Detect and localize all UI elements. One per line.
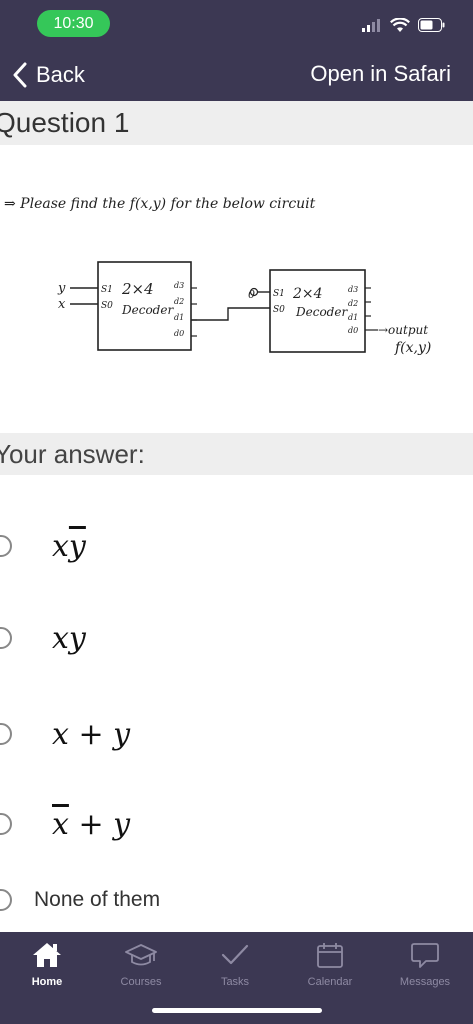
radio-button[interactable] [0, 535, 12, 557]
decoder2-name: 2×4 [292, 286, 323, 302]
decoder2-d0: d0 [348, 326, 358, 335]
option-4-operator: + [78, 806, 104, 842]
option-1-var2: y [68, 528, 86, 564]
option-5[interactable]: None of them [0, 870, 473, 930]
tab-calendar[interactable]: Calendar [283, 940, 377, 988]
option-1-formula: xy [52, 529, 86, 564]
option-2[interactable]: xy [0, 608, 473, 668]
tab-courses[interactable]: Courses [94, 940, 188, 988]
decoder1-d3: d3 [174, 281, 184, 290]
decoder2-input-zero: 0 [248, 288, 255, 301]
decoder2-d1: d1 [348, 313, 358, 322]
option-4-var2: y [113, 806, 131, 842]
radio-button[interactable] [0, 889, 12, 911]
option-3-operator: + [78, 716, 104, 752]
home-icon [33, 943, 61, 967]
question-prompt: ⇒ Please find the f(x,y) for the below c… [4, 196, 316, 212]
decoder2-s0-label: S0 [273, 305, 285, 315]
wifi-icon [390, 17, 410, 32]
option-1[interactable]: xy [0, 516, 473, 576]
decoder1-d2: d2 [174, 297, 184, 306]
answer-title: Your answer: [0, 439, 145, 469]
option-2-formula: xy [52, 621, 86, 656]
tab-home-label: Home [31, 976, 63, 988]
graduation-cap-icon [125, 944, 157, 966]
back-button[interactable]: Back [12, 58, 85, 92]
output-function: f(x,y) [394, 340, 431, 356]
decoder1-d1: d1 [174, 313, 184, 322]
option-1-var1: x [52, 528, 69, 564]
tab-home[interactable]: Home [0, 940, 94, 988]
question-title: Question 1 [0, 107, 130, 138]
tab-messages[interactable]: Messages [378, 940, 472, 988]
input-y-label: y [57, 281, 66, 296]
signal-icon [362, 19, 380, 32]
chat-bubble-icon [411, 943, 439, 968]
tab-tasks-label: Tasks [220, 976, 250, 988]
question-header: Question 1 [0, 101, 473, 145]
top-bar: 10:30 Back Open in Safari [0, 0, 473, 101]
radio-button[interactable] [0, 813, 12, 835]
tab-messages-label: Messages [399, 976, 451, 988]
decoder1-d0: d0 [174, 329, 184, 338]
status-time: 10:30 [37, 10, 110, 37]
input-x-label: x [58, 297, 66, 312]
answer-header: Your answer: [0, 433, 473, 475]
radio-button[interactable] [0, 627, 12, 649]
status-icons [362, 15, 445, 35]
decoder1-sub: Decoder [121, 303, 174, 317]
option-2-var2: y [68, 620, 86, 656]
decoder1-s1-label: S1 [101, 285, 113, 295]
decoder2-s1-label: S1 [273, 289, 285, 299]
open-in-safari-button[interactable]: Open in Safari [310, 61, 451, 87]
decoder2-d2: d2 [348, 299, 358, 308]
tab-tasks[interactable]: Tasks [188, 940, 282, 988]
decoder1-name: 2×4 [121, 280, 154, 298]
back-label: Back [36, 62, 85, 87]
radio-button[interactable] [0, 723, 12, 745]
calendar-icon [317, 943, 343, 968]
home-indicator [152, 1008, 322, 1013]
option-3-formula: x + y [52, 717, 130, 752]
output-label: →output [378, 323, 428, 337]
decoder2-d3: d3 [348, 285, 358, 294]
option-5-label: None of them [34, 888, 161, 911]
option-2-var1: x [52, 620, 69, 656]
option-4-var1: x [52, 806, 69, 842]
option-3[interactable]: x + y [0, 704, 473, 764]
option-3-var2: y [113, 716, 131, 752]
option-3-var1: x [52, 716, 69, 752]
option-4-formula: x + y [52, 807, 130, 842]
tab-calendar-label: Calendar [307, 976, 353, 988]
decoder1-s0-label: S0 [101, 301, 113, 311]
tab-courses-label: Courses [120, 976, 162, 988]
checkmark-icon [221, 944, 249, 965]
circuit-image: ⇒ Please find the f(x,y) for the below c… [4, 196, 431, 356]
option-4[interactable]: x + y [0, 794, 473, 854]
chevron-left-icon [13, 62, 27, 88]
decoder2-sub: Decoder [295, 305, 348, 319]
battery-icon [418, 18, 445, 32]
